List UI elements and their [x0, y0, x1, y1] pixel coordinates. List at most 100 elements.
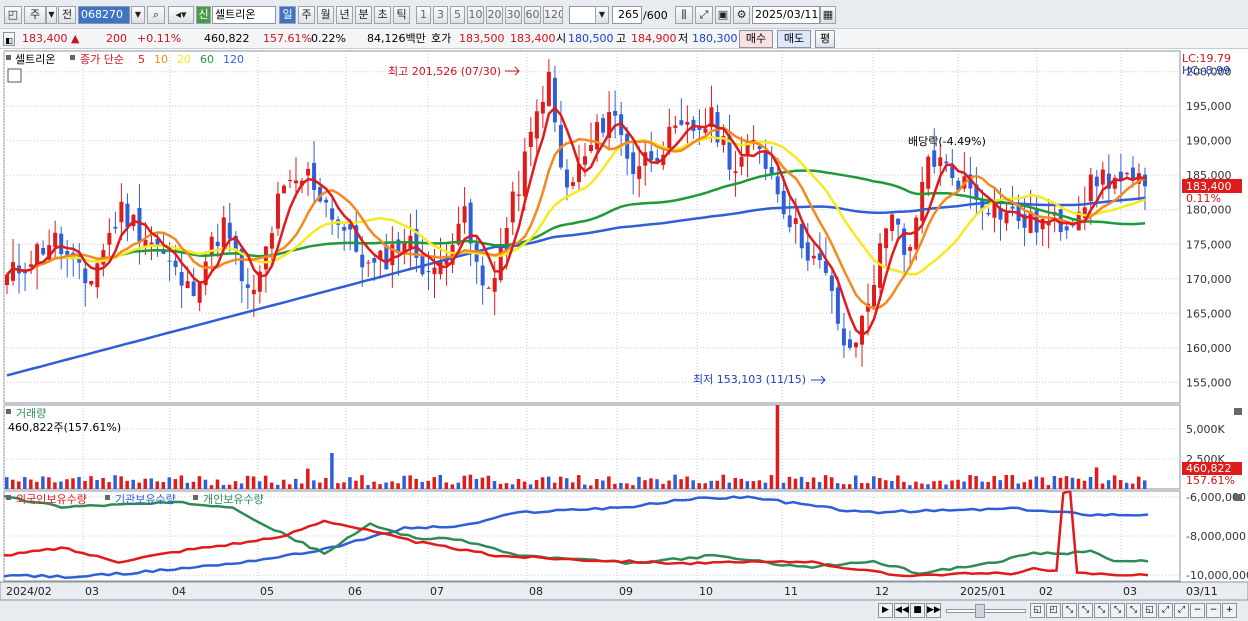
- volume-bar: [727, 482, 732, 489]
- candle: [679, 120, 684, 125]
- interval-tab[interactable]: 60: [524, 6, 541, 24]
- prev-button[interactable]: 전: [58, 6, 76, 24]
- search-icon[interactable]: ⌕: [147, 6, 165, 24]
- tool-icon-7[interactable]: ⤡: [1126, 603, 1141, 618]
- speaker-icon[interactable]: ◂▾: [168, 6, 194, 24]
- period-tab[interactable]: 초: [374, 6, 391, 24]
- tool-icon-1[interactable]: ◱: [1030, 603, 1045, 618]
- period-tab[interactable]: 년: [336, 6, 353, 24]
- volume-bar: [89, 476, 93, 489]
- candle: [847, 339, 852, 348]
- tool-icon-10[interactable]: ⤢: [1174, 603, 1189, 618]
- tool-icon-4[interactable]: ⤡: [1078, 603, 1093, 618]
- average-button[interactable]: 평: [815, 30, 835, 48]
- candle: [360, 254, 365, 268]
- period-tab[interactable]: 분: [355, 6, 372, 24]
- candle: [281, 185, 286, 194]
- volume-bar: [318, 482, 322, 489]
- tool-icon-9[interactable]: ⤢: [1158, 603, 1173, 618]
- y-tick-label: 190,000: [1186, 135, 1232, 148]
- candle: [601, 118, 606, 133]
- volume-bar: [11, 479, 15, 489]
- volume-bar: [29, 479, 33, 489]
- y-tick-label: 175,000: [1186, 238, 1232, 251]
- buy-button[interactable]: 매수: [739, 30, 773, 48]
- candle: [510, 191, 515, 223]
- tool-icon-5[interactable]: ⤡: [1094, 603, 1109, 618]
- draw-tool-icon[interactable]: ⤢: [695, 6, 713, 24]
- chevron-down-icon[interactable]: ▼: [131, 6, 145, 24]
- market-select[interactable]: 주: [24, 6, 46, 24]
- save-icon[interactable]: ▣: [715, 6, 731, 24]
- stock-code-input[interactable]: 068270: [78, 6, 130, 24]
- chart-area[interactable]: 200,000 195,000 190,000 185,000 180,000 175,0…: [0, 49, 1248, 621]
- chevron-down-icon[interactable]: ▼: [46, 6, 57, 24]
- period-tab[interactable]: 월: [317, 6, 334, 24]
- candle: [119, 201, 124, 223]
- interval-tab[interactable]: 5: [450, 6, 465, 24]
- volume-bar: [233, 481, 238, 489]
- gear-icon[interactable]: ⚙: [733, 6, 750, 24]
- stop-icon[interactable]: ■: [910, 603, 925, 618]
- x-axis-right-label: 03/11: [1186, 585, 1218, 598]
- tool-icon-3[interactable]: ⤡: [1062, 603, 1077, 618]
- volume-bar: [245, 475, 250, 489]
- interval-tab[interactable]: 1: [416, 6, 431, 24]
- volume-bar: [817, 482, 822, 489]
- period-tab[interactable]: 틱: [393, 6, 410, 24]
- candle: [384, 245, 389, 270]
- legend-marker: [70, 55, 75, 60]
- data-count-input[interactable]: 265: [612, 6, 642, 24]
- legend-ma-period: 120: [223, 53, 244, 66]
- legend-marker: [105, 495, 110, 500]
- zoom-slider[interactable]: [946, 609, 1026, 613]
- interval-tab[interactable]: 120: [543, 6, 563, 24]
- toolbar: ◰ 주 ▼ 전 068270 ▼ ⌕ ◂▾ 신 셀트리온 일주월년분초틱 135…: [0, 0, 1248, 29]
- candle-icon[interactable]: ⫼: [675, 6, 693, 24]
- dividend-label: 배당락(-4.49%): [908, 135, 986, 148]
- chart-canvas[interactable]: 200,000195,000190,000185,000180,000175,0…: [0, 49, 1248, 621]
- tool-icon-8[interactable]: ◱: [1142, 603, 1157, 618]
- play-icon[interactable]: ▶▶: [926, 603, 941, 618]
- candle: [769, 167, 774, 174]
- volume-bar: [685, 476, 689, 489]
- collapse-icon[interactable]: ◧: [3, 32, 15, 46]
- volume-bar: [366, 485, 370, 489]
- chart-window: ◰ 주 ▼ 전 068270 ▼ ⌕ ◂▾ 신 셀트리온 일주월년분초틱 135…: [0, 0, 1248, 621]
- candle: [1100, 169, 1105, 185]
- period-tab[interactable]: 일: [279, 6, 296, 24]
- interval-tab[interactable]: 20: [486, 6, 503, 24]
- candle: [372, 258, 377, 263]
- candle: [739, 157, 744, 167]
- volume-summary: 460,822주(157.61%): [8, 421, 121, 434]
- tool-icon-2[interactable]: ◰: [1046, 603, 1061, 618]
- volume-bar: [619, 483, 623, 489]
- calendar-icon[interactable]: ▦: [820, 6, 836, 24]
- volume-bar: [119, 476, 123, 489]
- high-label: 고: [616, 32, 627, 45]
- zoom-reset-icon[interactable]: −: [1206, 603, 1221, 618]
- stock-name-field[interactable]: 셀트리온: [212, 6, 276, 24]
- zoom-in-icon[interactable]: +: [1222, 603, 1237, 618]
- rewind-icon[interactable]: ◀◀: [894, 603, 909, 618]
- volume-bar: [558, 476, 563, 489]
- interval-tab[interactable]: 30: [505, 6, 522, 24]
- period-tab[interactable]: 주: [298, 6, 315, 24]
- scroll-right-icon[interactable]: ▶: [878, 603, 893, 618]
- volume-bar: [950, 480, 954, 489]
- sell-button[interactable]: 매도: [777, 30, 811, 48]
- chevron-down-icon[interactable]: ▼: [595, 6, 609, 24]
- date-input[interactable]: 2025/03/11: [752, 6, 820, 24]
- interval-tab[interactable]: 3: [433, 6, 448, 24]
- zoom-out-icon[interactable]: −: [1190, 603, 1205, 618]
- volume-bar: [920, 483, 924, 489]
- zoom-slider-thumb[interactable]: [975, 604, 985, 618]
- volume-bar: [41, 476, 45, 489]
- volume-bar: [1088, 476, 1093, 489]
- credit-badge: 신: [196, 6, 211, 24]
- volume-bar: [721, 474, 726, 489]
- window-icon[interactable]: ◰: [4, 6, 22, 24]
- interval-tab[interactable]: 10: [467, 6, 484, 24]
- tool-icon-6[interactable]: ⤡: [1110, 603, 1125, 618]
- volume-bar: [986, 481, 990, 489]
